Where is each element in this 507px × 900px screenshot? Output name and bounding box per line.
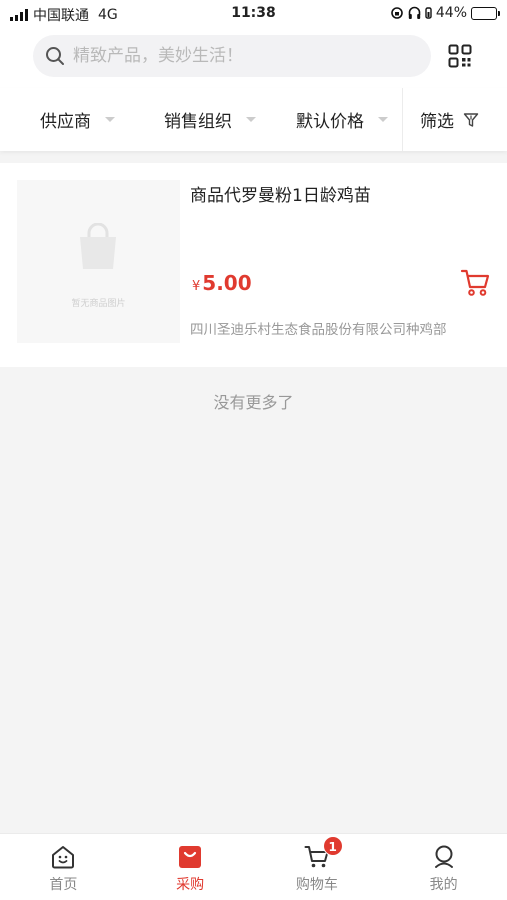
filter-supplier[interactable]: 供应商 [40,88,115,151]
home-icon [52,846,75,869]
filter-screen-button[interactable]: 筛选 [420,88,479,151]
battery-icon [471,6,500,20]
image-placeholder-text: 暂无商品图片 [71,299,126,309]
search-header [0,28,507,88]
image-placeholder-icon [80,223,116,269]
list-end-text: 没有更多了 [213,393,294,412]
tab-mine[interactable]: 我的 [380,834,507,900]
shopping-bag-icon [179,846,202,868]
lock-rotation-icon [391,7,403,19]
search-input[interactable] [73,46,403,66]
alarm-icon [425,7,432,19]
status-bar: 中国联通 4G 11:38 44% [0,0,507,28]
search-bar[interactable] [33,35,431,77]
filter-sales-org-label: 销售组织 [164,112,232,132]
filter-screen-label: 筛选 [420,112,454,132]
product-image[interactable]: 暂无商品图片 [17,180,180,343]
qr-code-icon[interactable] [448,44,472,68]
product-supplier: 四川圣迪乐村生态食品股份有限公司种鸡部 [190,322,447,338]
product-name[interactable]: 商品代罗曼粉1日龄鸡苗 [190,181,371,206]
tab-cart-label: 购物车 [295,877,338,893]
add-to-cart-icon[interactable] [460,267,490,297]
filter-supplier-label: 供应商 [40,112,91,132]
tab-bar: 首页 采购 1 购物车 我的 [0,833,507,900]
product-card[interactable]: 暂无商品图片 商品代罗曼粉1日龄鸡苗 ¥ 5.00 四川圣迪乐村生态食品股份有限… [0,163,507,367]
tab-home[interactable]: 首页 [0,834,127,900]
search-icon [46,47,64,65]
tab-home-label: 首页 [49,877,78,893]
filter-sales-org[interactable]: 销售组织 [164,88,256,151]
price-value: 5.00 [202,271,252,295]
tab-purchase-label: 采购 [176,877,205,893]
filter-price-label: 默认价格 [296,112,364,132]
filter-icon [463,112,479,127]
tab-mine-label: 我的 [429,877,458,893]
product-price: ¥ 5.00 [192,271,252,295]
filter-price[interactable]: 默认价格 [296,88,388,151]
caret-down-icon [105,117,115,122]
tab-purchase[interactable]: 采购 [127,834,254,900]
headphones-icon [408,6,421,19]
battery-percent: 44% [435,5,467,21]
caret-down-icon [378,117,388,122]
price-currency: ¥ [192,279,201,294]
status-right: 44% [390,5,500,21]
filter-bar: 供应商 销售组织 默认价格 筛选 [0,88,507,151]
user-icon [434,845,453,868]
filter-divider [402,88,403,151]
caret-down-icon [246,117,256,122]
cart-badge: 1 [322,836,343,856]
tab-cart[interactable]: 1 购物车 [254,834,381,900]
